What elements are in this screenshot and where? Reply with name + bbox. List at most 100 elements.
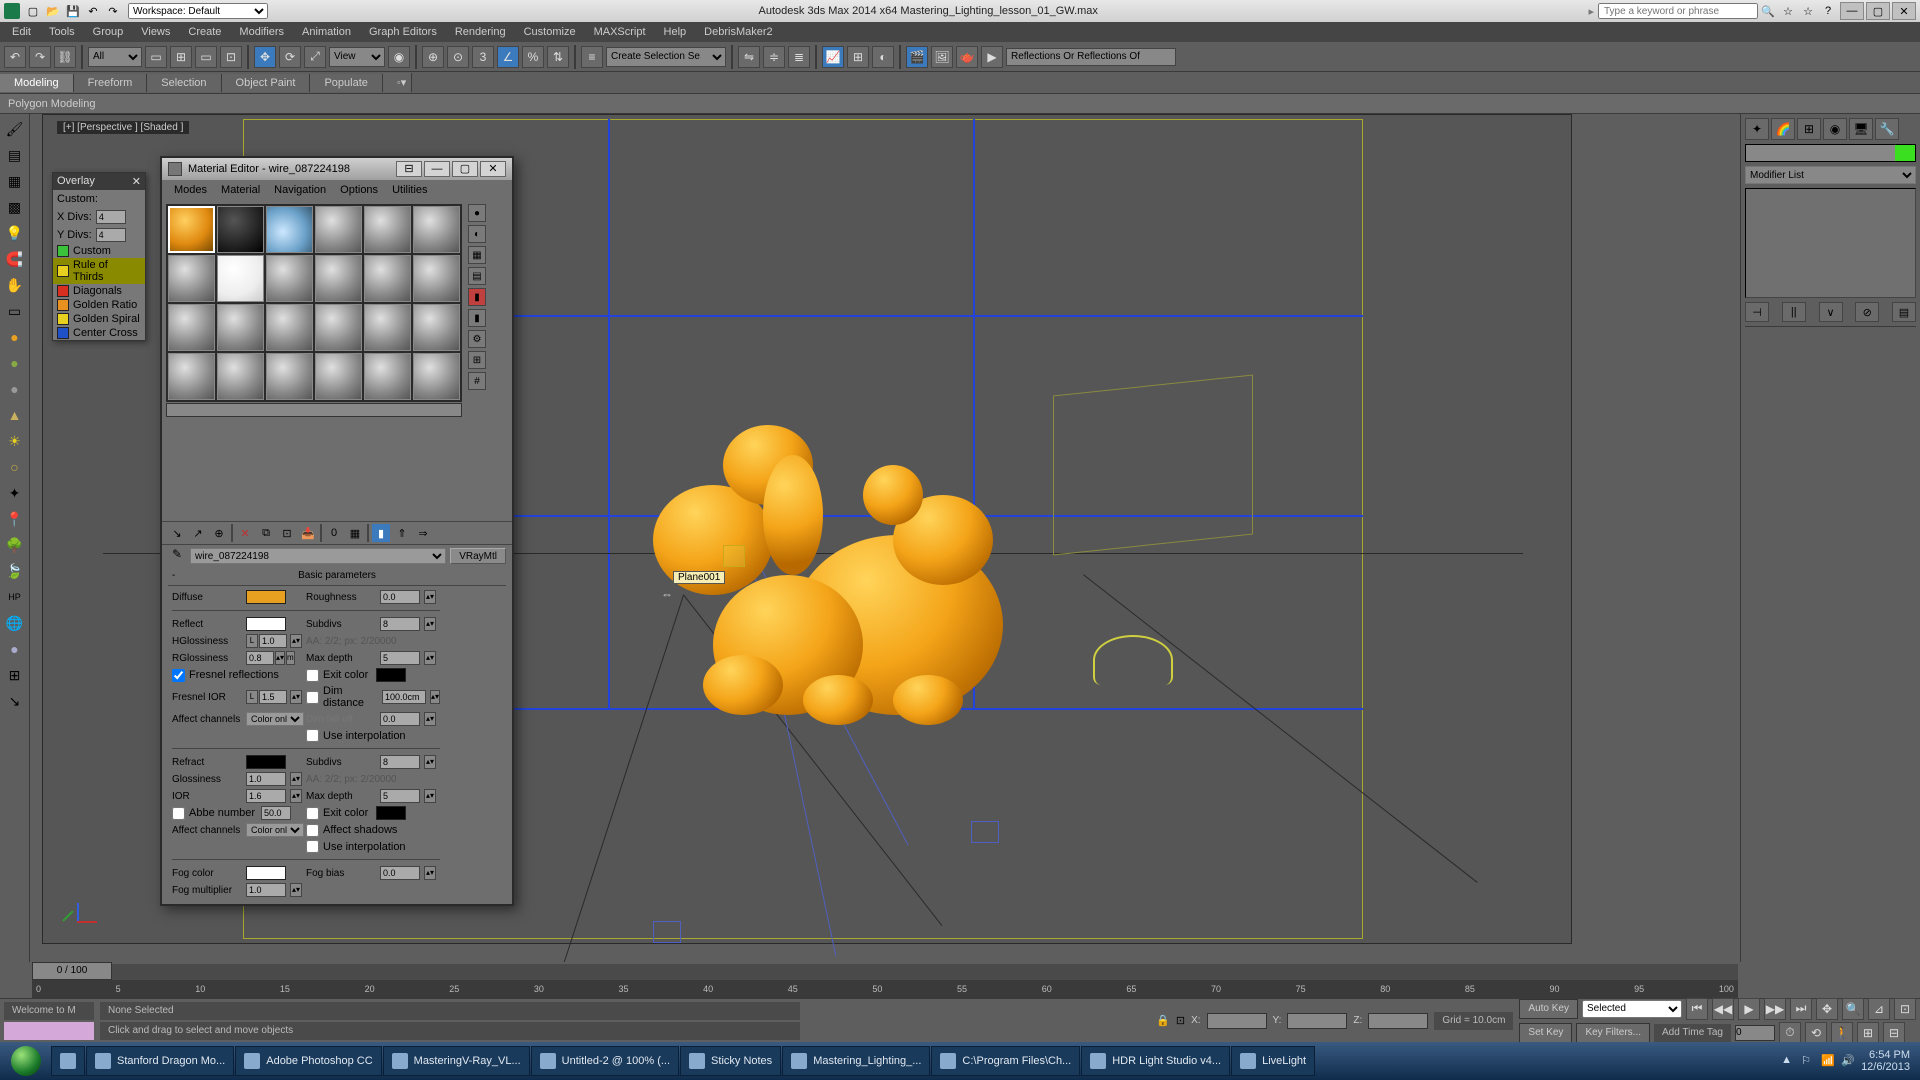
hierarchy-tab-icon[interactable]: ⊞: [1797, 118, 1821, 140]
refr-exit-check[interactable]: Exit color: [306, 806, 440, 820]
create-tab-icon[interactable]: ✦: [1745, 118, 1769, 140]
tab-populate[interactable]: Populate: [310, 74, 382, 92]
abbe-input[interactable]: [261, 806, 291, 820]
material-slot[interactable]: [266, 304, 313, 351]
material-slot[interactable]: [266, 255, 313, 302]
configure-icon[interactable]: ▤: [1892, 302, 1916, 322]
assign-icon[interactable]: ⊕: [210, 524, 228, 542]
material-slot[interactable]: [315, 353, 362, 400]
show-map-icon[interactable]: ▦: [346, 524, 364, 542]
y-input[interactable]: [1287, 1013, 1347, 1029]
material-editor-dialog[interactable]: Material Editor - wire_087224198 ⊟ — ▢ ✕…: [160, 156, 514, 906]
subdivs-input[interactable]: [380, 617, 420, 631]
material-slot[interactable]: [217, 304, 264, 351]
max-viewport-icon[interactable]: ⊞: [1857, 1022, 1879, 1044]
taskbar-item[interactable]: Untitled-2 @ 100% (...: [531, 1046, 679, 1076]
material-slot[interactable]: [266, 206, 313, 253]
system-tray[interactable]: ▲ ⚐ 📶 🔊 6:54 PM 12/6/2013: [1773, 1049, 1918, 1073]
fogmult-input[interactable]: [246, 883, 286, 897]
material-slot[interactable]: [413, 304, 460, 351]
mat-id-icon[interactable]: #: [468, 372, 486, 390]
mat-menu-utilities[interactable]: Utilities: [386, 182, 433, 198]
taskbar-item[interactable]: Stanford Dragon Mo...: [86, 1046, 234, 1076]
mat-compact-icon[interactable]: ⊟: [396, 161, 422, 177]
material-slot[interactable]: [315, 206, 362, 253]
select-by-mat-icon[interactable]: ⊞: [468, 351, 486, 369]
exitcolor-check[interactable]: Exit color: [306, 668, 440, 682]
layer-icon[interactable]: ≣: [788, 46, 810, 68]
isolate-text[interactable]: [1006, 48, 1176, 66]
move-icon[interactable]: ✥: [254, 46, 276, 68]
maxdepth-input[interactable]: [380, 651, 420, 665]
taskbar-item[interactable]: Mastering_Lighting_...: [782, 1046, 930, 1076]
ior-input[interactable]: [246, 789, 286, 803]
move-gizmo[interactable]: [723, 545, 745, 567]
curve-editor-icon[interactable]: 📈: [822, 46, 844, 68]
taskbar-item[interactable]: C:\Program Files\Ch...: [931, 1046, 1080, 1076]
make-copy-icon[interactable]: ⧉: [257, 524, 275, 542]
material-slot[interactable]: [413, 353, 460, 400]
globe-icon[interactable]: 🌐: [4, 612, 26, 634]
spinner-icon[interactable]: ▴▾: [424, 651, 436, 665]
backlight-icon[interactable]: ◐: [468, 225, 486, 243]
spinner-icon[interactable]: ▴▾: [424, 866, 436, 880]
taskbar-item[interactable]: MasteringV-Ray_VL...: [383, 1046, 530, 1076]
reset-icon[interactable]: ✕: [236, 524, 254, 542]
x-input[interactable]: [1207, 1013, 1267, 1029]
snap3-icon[interactable]: 3: [472, 46, 494, 68]
pin-stack-icon[interactable]: ⊣: [1745, 302, 1769, 322]
material-slot[interactable]: [413, 255, 460, 302]
taskbar-item[interactable]: HDR Light Studio v4...: [1081, 1046, 1230, 1076]
refr-maxdepth-input[interactable]: [380, 789, 420, 803]
refr-subdivs-input[interactable]: [380, 755, 420, 769]
help-search-input[interactable]: [1598, 3, 1758, 19]
align-icon[interactable]: ≑: [763, 46, 785, 68]
infocenter-chevron-icon[interactable]: ▸: [1588, 5, 1594, 18]
options-icon[interactable]: ⚙: [468, 330, 486, 348]
menu-create[interactable]: Create: [180, 24, 229, 40]
material-editor-titlebar[interactable]: Material Editor - wire_087224198 ⊟ — ▢ ✕: [162, 158, 512, 180]
render-frame-icon[interactable]: 🖼: [931, 46, 953, 68]
material-slot[interactable]: [364, 304, 411, 351]
material-type-button[interactable]: VRayMtl: [450, 548, 506, 564]
spinner-icon[interactable]: ▴▾: [275, 651, 285, 665]
menu-help[interactable]: Help: [656, 24, 695, 40]
taskbar-item[interactable]: [51, 1046, 85, 1076]
viewport-label[interactable]: [+] [Perspective ] [Shaded ]: [57, 121, 189, 134]
mat-menu-navigation[interactable]: Navigation: [268, 182, 332, 198]
render-icon[interactable]: 🫖: [956, 46, 978, 68]
refr-interp-check[interactable]: Use interpolation: [306, 840, 440, 853]
material-slot[interactable]: [413, 206, 460, 253]
pan-icon[interactable]: ✥: [1816, 998, 1838, 1020]
remove-mod-icon[interactable]: ⊘: [1855, 302, 1879, 322]
walk-icon[interactable]: 🚶: [1831, 1022, 1853, 1044]
refract-swatch[interactable]: [246, 755, 286, 769]
fresnelior-input[interactable]: [259, 690, 287, 704]
spinner-icon[interactable]: ▴▾: [290, 772, 302, 786]
chart-icon[interactable]: ▦: [4, 170, 26, 192]
show-end-icon[interactable]: ▮: [372, 524, 390, 542]
start-button[interactable]: [2, 1044, 50, 1078]
overlay-item-center-cross[interactable]: Center Cross: [53, 326, 145, 340]
material-slot[interactable]: [168, 304, 215, 351]
reflect-swatch[interactable]: [246, 617, 286, 631]
tray-flag-icon[interactable]: ⚐: [1801, 1054, 1815, 1068]
new-icon[interactable]: ▢: [24, 3, 42, 19]
sample-type-icon[interactable]: ●: [468, 204, 486, 222]
diffuse-swatch[interactable]: [246, 590, 286, 604]
overlay-item-custom[interactable]: Custom: [53, 244, 145, 258]
table-icon[interactable]: ⊞: [4, 664, 26, 686]
maximize-button[interactable]: ▢: [1866, 2, 1890, 20]
workspace-selector[interactable]: Workspace: Default: [128, 3, 268, 19]
material-slot[interactable]: [168, 206, 215, 253]
rollout-header[interactable]: Basic parameters: [168, 570, 506, 586]
material-slot[interactable]: [217, 255, 264, 302]
material-slot[interactable]: [315, 304, 362, 351]
script-input[interactable]: [4, 1022, 94, 1040]
menu-maxscript[interactable]: MAXScript: [586, 24, 654, 40]
spinner-icon[interactable]: ▴▾: [430, 690, 440, 704]
orbit-icon[interactable]: ⟲: [1805, 1022, 1827, 1044]
redo-icon[interactable]: ↷: [29, 46, 51, 68]
video-check-icon[interactable]: ▮: [468, 288, 486, 306]
tab-freeform[interactable]: Freeform: [74, 74, 148, 92]
